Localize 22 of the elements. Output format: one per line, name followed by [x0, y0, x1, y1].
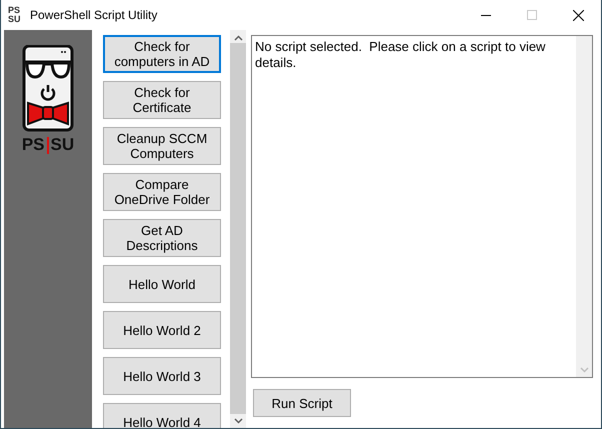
- logo-text: SU: [50, 135, 74, 155]
- scrollbar[interactable]: [576, 36, 592, 377]
- script-button[interactable]: Compare OneDrive Folder: [103, 173, 221, 211]
- scroll-up-icon[interactable]: [234, 35, 242, 41]
- close-icon[interactable]: [572, 10, 584, 20]
- script-button[interactable]: Hello World: [103, 265, 221, 303]
- window-title: PowerShell Script Utility: [30, 8, 158, 22]
- script-button[interactable]: Check for Certificate: [103, 81, 221, 119]
- minimize-icon[interactable]: [481, 14, 491, 16]
- script-button[interactable]: Check for computers in AD: [103, 35, 221, 73]
- script-button[interactable]: Cleanup SCCM Computers: [103, 127, 221, 165]
- details-text: No script selected. Please click on a script to view details.: [254, 38, 546, 72]
- scroll-down-icon[interactable]: [234, 418, 242, 424]
- logo-text: PS: [22, 135, 45, 155]
- details-field[interactable]: No script selected. Please click on a script to view details.: [251, 35, 593, 378]
- script-button[interactable]: Hello World 4: [103, 403, 221, 428]
- script-button[interactable]: Hello World 2: [103, 311, 221, 349]
- script-button[interactable]: Hello World 3: [103, 357, 221, 395]
- app-icon: PS SU: [8, 6, 24, 24]
- script-button[interactable]: Get AD Descriptions: [103, 219, 221, 257]
- run-script-button[interactable]: Run Script: [253, 389, 351, 417]
- logo-divider: [46, 136, 49, 154]
